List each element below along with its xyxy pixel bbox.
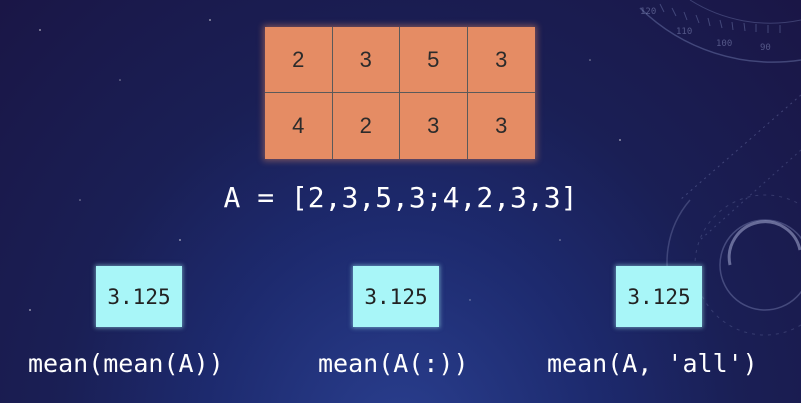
result-box-mean-colon: 3.125 <box>353 266 439 327</box>
svg-text:110: 110 <box>676 27 692 37</box>
result-box-mean-all: 3.125 <box>616 266 702 327</box>
matrix-cell: 2 <box>333 93 400 159</box>
expression-mean-all: mean(A, 'all') <box>547 349 758 378</box>
result-box-mean-mean: 3.125 <box>96 266 182 327</box>
expression-mean-colon: mean(A(:)) <box>318 349 469 378</box>
matrix-cell: 3 <box>332 27 400 93</box>
matrix-cell: 3 <box>495 113 508 138</box>
matrix-cell: 2 <box>265 27 333 93</box>
expression-mean-mean: mean(mean(A)) <box>28 349 224 378</box>
matrix-cell: 3 <box>467 27 535 93</box>
svg-text:120: 120 <box>640 7 656 17</box>
svg-text:100: 100 <box>716 39 732 49</box>
matrix-cell: 3 <box>400 93 468 159</box>
matrix-A: 2 3 5 3 4 2 3 3 <box>265 27 535 159</box>
matrix-cell: 4 <box>265 93 333 159</box>
svg-text:90: 90 <box>760 43 771 53</box>
matrix-assignment: A = [2,3,5,3;4,2,3,3] <box>223 181 578 214</box>
matrix-cell: 5 <box>400 27 468 93</box>
